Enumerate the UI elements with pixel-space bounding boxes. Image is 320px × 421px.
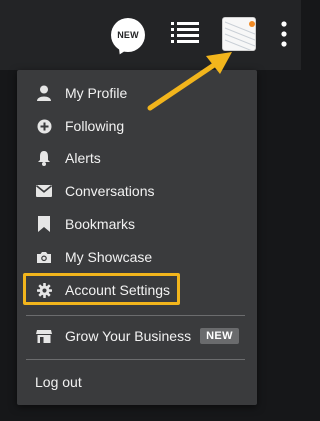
menu-item-label: My Profile xyxy=(65,85,128,101)
menu-item-label: Bookmarks xyxy=(65,216,136,232)
plus-circle-icon xyxy=(35,117,53,135)
menu-divider xyxy=(26,359,245,360)
list-icon[interactable] xyxy=(171,20,199,48)
menu-item-conversations[interactable]: Conversations xyxy=(17,175,257,207)
menu-item-label: Grow Your Business xyxy=(65,328,192,344)
top-bar: NEW xyxy=(0,0,301,70)
avatar-thumbnail xyxy=(223,18,255,50)
new-badge: NEW xyxy=(200,328,239,344)
menu-item-label: My Showcase xyxy=(65,249,153,265)
logout-label: Log out xyxy=(35,374,82,390)
user-icon xyxy=(35,84,53,102)
new-posts-button[interactable]: NEW xyxy=(111,18,145,52)
new-badge-label: NEW xyxy=(117,30,139,40)
menu-item-bookmarks[interactable]: Bookmarks xyxy=(17,208,257,240)
bell-icon xyxy=(35,149,53,167)
menu-item-alerts[interactable]: Alerts xyxy=(17,142,257,174)
menu-item-grow-your-business[interactable]: Grow Your Business NEW xyxy=(17,320,257,352)
menu-item-label: Following xyxy=(65,118,125,134)
envelope-icon xyxy=(35,182,53,200)
menu-item-my-showcase[interactable]: My Showcase xyxy=(17,241,257,273)
logout-link[interactable]: Log out xyxy=(17,366,257,398)
account-dropdown-menu: My Profile Following Alerts Conversation… xyxy=(17,70,257,405)
storefront-icon xyxy=(35,327,53,345)
menu-divider xyxy=(26,315,245,316)
menu-item-label: Alerts xyxy=(65,150,101,166)
menu-item-label: Conversations xyxy=(65,183,155,199)
bookmark-icon xyxy=(35,215,53,233)
highlight-box xyxy=(23,273,180,305)
avatar[interactable] xyxy=(222,17,256,51)
menu-item-my-profile[interactable]: My Profile xyxy=(17,77,257,109)
menu-item-following[interactable]: Following xyxy=(17,110,257,142)
camera-icon xyxy=(35,248,53,266)
more-vertical-icon[interactable] xyxy=(280,20,288,48)
